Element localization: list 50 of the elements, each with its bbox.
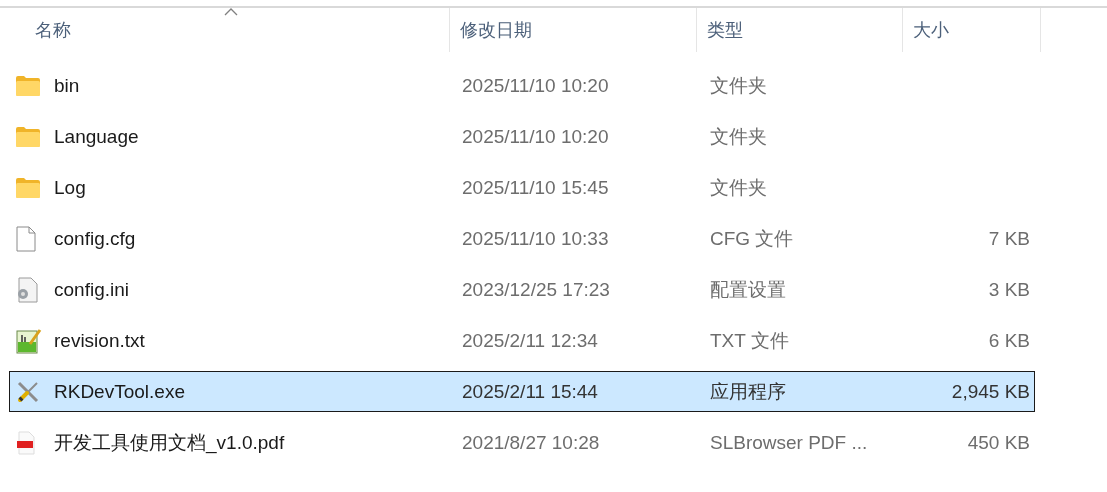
file-type: 应用程序 <box>710 379 786 404</box>
modified-date: 2021/8/27 10:28 <box>462 431 600 454</box>
file-size: 3 KB <box>988 278 1030 301</box>
file-type: TXT 文件 <box>710 328 789 353</box>
folder-icon <box>16 177 40 198</box>
modified-date: 2025/2/11 15:44 <box>462 380 598 403</box>
file-row[interactable]: config.cfg 2025/11/10 10:33 CFG 文件 7 KB <box>9 218 1035 259</box>
column-header[interactable]: 大小 <box>903 8 1041 52</box>
modified-date: 2025/11/10 10:33 <box>462 227 609 250</box>
modified-date: 2025/11/10 15:45 <box>462 176 609 199</box>
file-name: revision.txt <box>54 329 145 352</box>
column-header[interactable]: 类型 <box>697 8 903 52</box>
modified-date: 2023/12/25 17:23 <box>462 278 610 301</box>
file-row[interactable]: bin 2025/11/10 10:20 文件夹 <box>9 65 1035 106</box>
file-icon <box>16 225 36 252</box>
file-type: CFG 文件 <box>710 226 794 251</box>
folder-icon <box>16 75 40 96</box>
file-name: config.ini <box>54 278 129 301</box>
file-type: 配置设置 <box>710 277 786 302</box>
file-name: bin <box>54 74 80 97</box>
file-name: Log <box>54 176 86 199</box>
tools-icon <box>16 379 40 404</box>
file-name: Language <box>54 125 139 148</box>
file-size: 2,945 KB <box>951 380 1030 403</box>
file-size: 7 KB <box>988 227 1030 250</box>
file-name: 开发工具使用文档_v1.0.pdf <box>54 430 285 456</box>
file-row[interactable]: config.ini 2023/12/25 17:23 配置设置 3 KB <box>9 269 1035 310</box>
file-row[interactable]: Log 2025/11/10 15:45 文件夹 <box>9 167 1035 208</box>
file-size: 450 KB <box>967 431 1030 454</box>
settings-file-icon <box>16 276 38 303</box>
column-header[interactable]: 修改日期 <box>450 8 697 52</box>
text-file-icon <box>16 327 42 354</box>
file-row[interactable]: Language 2025/11/10 10:20 文件夹 <box>9 116 1035 157</box>
pdf-icon <box>16 430 36 455</box>
file-name: config.cfg <box>54 227 136 250</box>
file-row[interactable]: RKDevTool.exe 2025/2/11 15:44 应用程序 2,945 KB <box>9 371 1035 412</box>
file-size: 6 KB <box>988 329 1030 352</box>
file-row[interactable]: revision.txt 2025/2/11 12:34 TXT 文件 6 KB <box>9 320 1035 361</box>
file-type: 文件夹 <box>710 175 767 200</box>
file-type: 文件夹 <box>710 124 767 149</box>
file-name: RKDevTool.exe <box>54 380 185 403</box>
file-row[interactable]: 开发工具使用文档_v1.0.pdf 2021/8/27 10:28 SLBrowser PDF ... 450 KB <box>9 422 1035 463</box>
sort-caret-icon <box>223 8 238 16</box>
modified-date: 2025/11/10 10:20 <box>462 125 609 148</box>
modified-date: 2025/11/10 10:20 <box>462 74 609 97</box>
column-header[interactable]: 名称 <box>0 8 450 52</box>
file-type: SLBrowser PDF ... <box>710 431 868 454</box>
folder-icon <box>16 126 40 147</box>
file-type: 文件夹 <box>710 73 767 98</box>
modified-date: 2025/2/11 12:34 <box>462 329 598 352</box>
